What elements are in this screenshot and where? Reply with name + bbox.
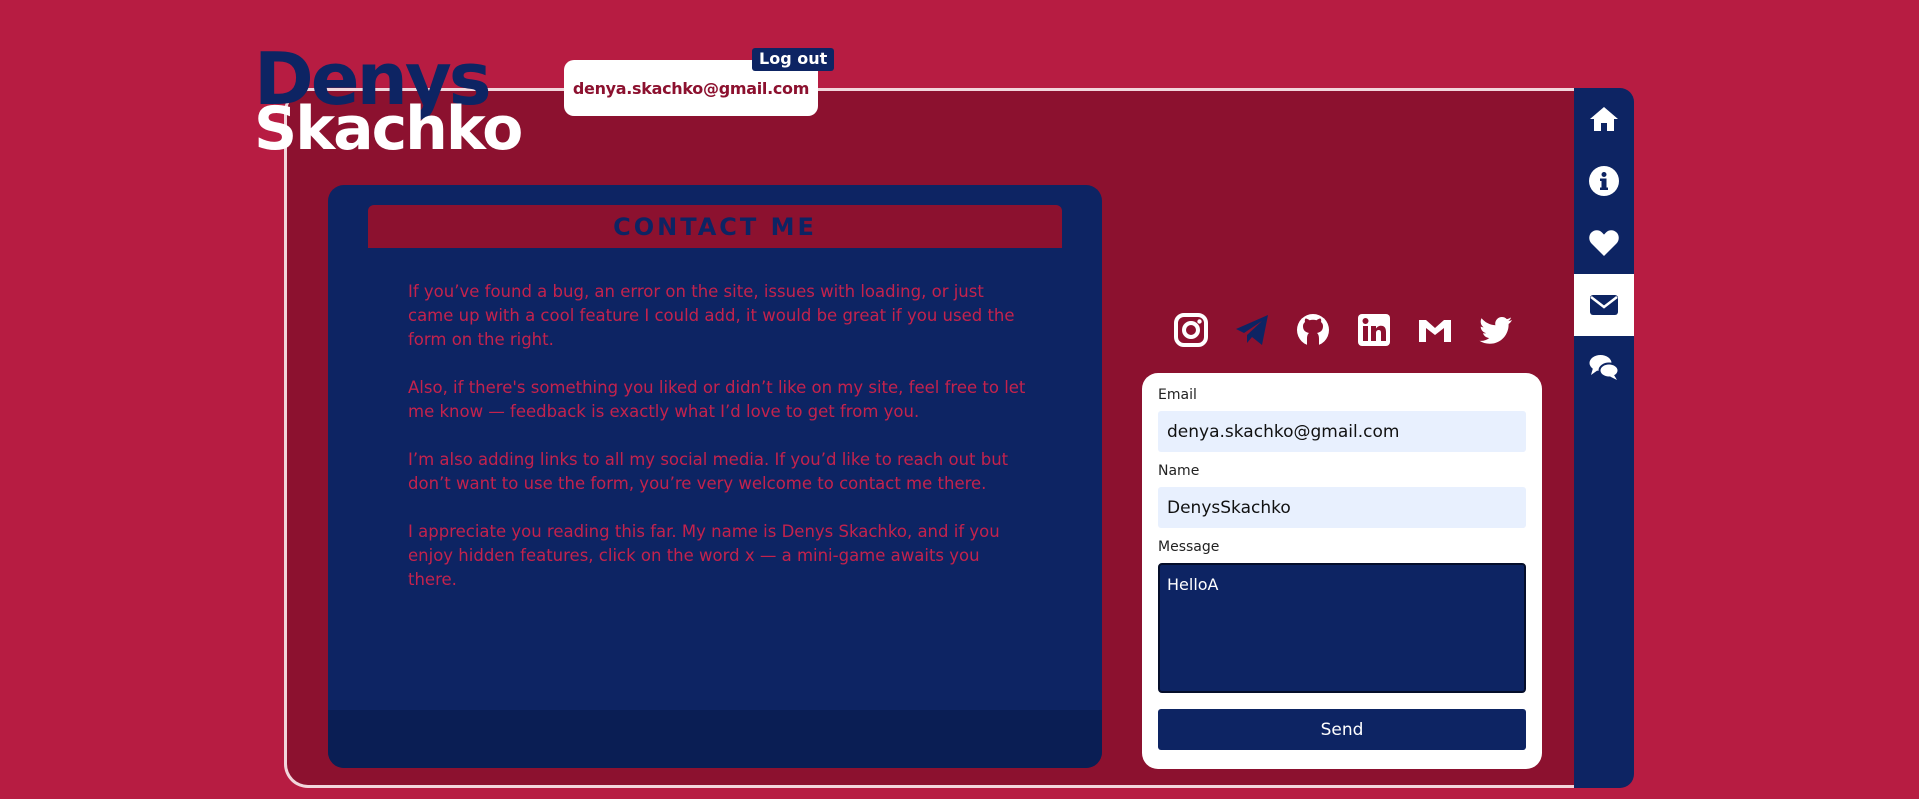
contact-panel: Contact me If you’ve found a bug, an err… (328, 185, 1102, 768)
site-logo[interactable]: Denys Skachko (254, 43, 523, 165)
nav-contact[interactable] (1574, 274, 1634, 336)
contact-paragraph: I appreciate you reading this far. My na… (408, 522, 1000, 589)
contact-text: If you’ve found a bug, an error on the s… (408, 280, 1033, 616)
page-title: Contact me (368, 205, 1062, 248)
send-button[interactable]: Send (1158, 709, 1526, 750)
nav-info[interactable] (1574, 150, 1634, 212)
message-field[interactable]: HelloA (1158, 563, 1526, 693)
contact-form: Email Name Message HelloA Send (1142, 373, 1542, 769)
twitter-icon[interactable] (1476, 310, 1516, 350)
contact-paragraph: If you’ve found a bug, an error on the s… (408, 282, 1015, 349)
name-label: Name (1158, 463, 1200, 479)
logout-button[interactable]: Log out (752, 48, 835, 71)
nav-chat[interactable] (1574, 336, 1634, 398)
user-email: denya.skachko@gmail.com (572, 78, 810, 98)
home-icon (1590, 107, 1618, 131)
email-field[interactable] (1158, 411, 1526, 452)
social-links (1171, 310, 1516, 350)
contact-paragraph: I’m also adding links to all my social m… (408, 450, 1009, 493)
mail-icon (1590, 295, 1618, 315)
panel-footer (328, 710, 1102, 768)
nav-favorites[interactable] (1574, 212, 1634, 274)
instagram-icon[interactable] (1171, 310, 1211, 350)
message-label: Message (1158, 539, 1220, 555)
telegram-icon[interactable] (1232, 310, 1272, 350)
side-navigation (1574, 88, 1634, 788)
github-icon[interactable] (1293, 310, 1333, 350)
name-field[interactable] (1158, 487, 1526, 528)
email-label: Email (1158, 387, 1197, 403)
gmail-icon[interactable] (1415, 310, 1455, 350)
chat-icon (1589, 355, 1620, 380)
linkedin-icon[interactable] (1354, 310, 1394, 350)
nav-home[interactable] (1574, 88, 1634, 150)
logo-last-name: Skachko (254, 94, 523, 165)
heart-icon (1589, 230, 1619, 256)
info-icon (1589, 166, 1619, 196)
contact-paragraph: Also, if there's something you liked or … (408, 378, 1026, 421)
